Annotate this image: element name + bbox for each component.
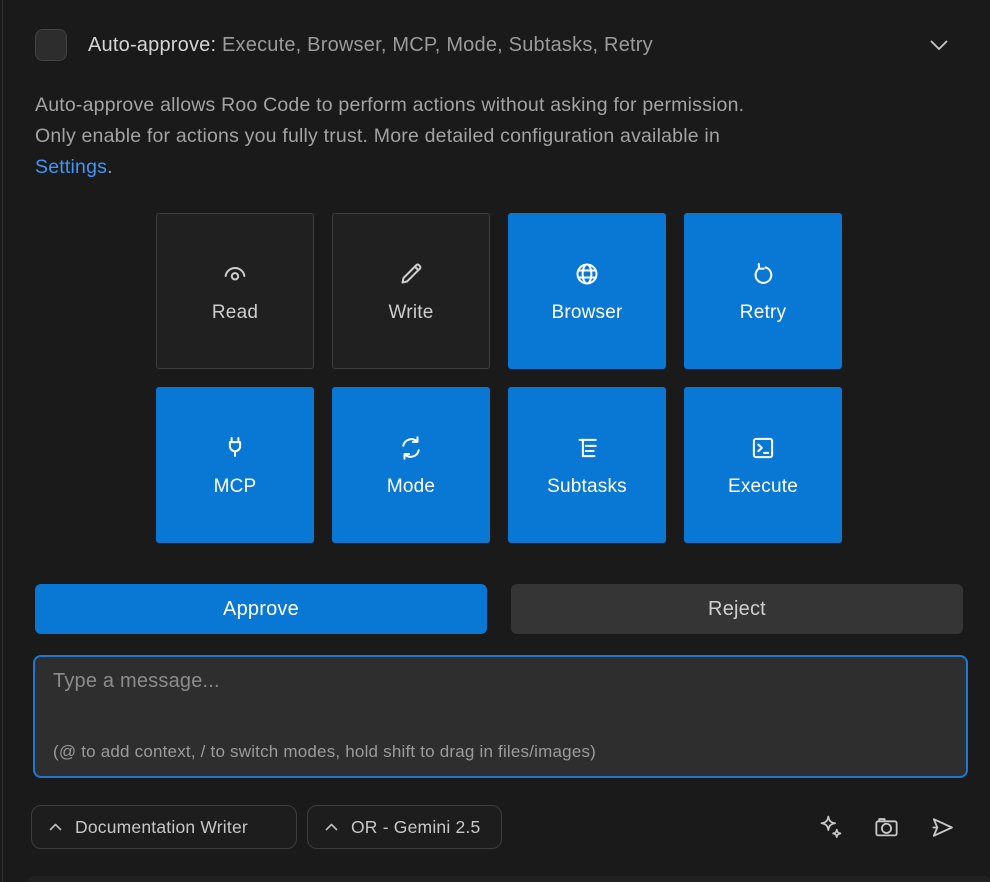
toggle-subtasks[interactable]: Subtasks [508, 387, 666, 543]
camera-icon[interactable] [872, 813, 901, 842]
auto-approve-toggle-grid: Read Write Browser Retry MCP [156, 213, 842, 543]
auto-approve-title: Auto-approve: Execute, Browser, MCP, Mod… [88, 34, 653, 57]
refresh-icon [748, 259, 778, 289]
list-tree-icon [572, 433, 602, 463]
bottom-panel-edge [28, 876, 990, 882]
toggle-label: Browser [551, 302, 622, 324]
reject-button[interactable]: Reject [511, 584, 963, 634]
toggle-label: MCP [214, 476, 257, 498]
model-selector-label: OR - Gemini 2.5 [351, 817, 480, 838]
action-buttons: Approve Reject [35, 584, 963, 634]
globe-icon [572, 259, 602, 289]
toggle-mode[interactable]: Mode [332, 387, 490, 543]
description-line-2: Only enable for actions you fully trust.… [35, 121, 945, 152]
description-line-3: Settings. [35, 152, 945, 183]
chevron-up-icon [325, 823, 338, 831]
toggle-label: Retry [740, 302, 786, 324]
settings-link[interactable]: Settings [35, 156, 107, 178]
toggle-label: Write [389, 302, 434, 324]
toggle-read[interactable]: Read [156, 213, 314, 369]
send-icon[interactable] [928, 813, 957, 842]
auto-approve-summary: Execute, Browser, MCP, Mode, Subtasks, R… [216, 34, 653, 56]
toggle-write[interactable]: Write [332, 213, 490, 369]
description-line-1: Auto-approve allows Roo Code to perform … [35, 90, 945, 121]
auto-approve-label: Auto-approve: [88, 34, 216, 56]
auto-approve-description: Auto-approve allows Roo Code to perform … [35, 90, 945, 183]
model-selector[interactable]: OR - Gemini 2.5 [307, 805, 502, 849]
terminal-icon [748, 433, 778, 463]
sync-icon [396, 433, 426, 463]
toggle-label: Read [212, 302, 258, 324]
toggle-mcp[interactable]: MCP [156, 387, 314, 543]
pencil-icon [396, 259, 426, 289]
toggle-label: Execute [728, 476, 798, 498]
message-input[interactable] [53, 670, 948, 726]
settings-suffix: . [107, 156, 113, 178]
toggle-label: Mode [387, 476, 435, 498]
auto-approve-header: Auto-approve: Execute, Browser, MCP, Mod… [35, 26, 962, 64]
toggle-browser[interactable]: Browser [508, 213, 666, 369]
mode-selector-label: Documentation Writer [75, 817, 248, 838]
mode-selector[interactable]: Documentation Writer [31, 805, 297, 849]
toggle-execute[interactable]: Execute [684, 387, 842, 543]
composer-hint: (@ to add context, / to switch modes, ho… [53, 742, 948, 762]
approve-button[interactable]: Approve [35, 584, 487, 634]
message-composer[interactable]: (@ to add context, / to switch modes, ho… [33, 655, 968, 778]
sparkle-icon[interactable] [816, 813, 845, 842]
chevron-up-icon [49, 823, 62, 831]
toggle-retry[interactable]: Retry [684, 213, 842, 369]
panel-left-border [2, 0, 3, 882]
chevron-down-icon[interactable] [930, 40, 948, 51]
plug-icon [220, 433, 250, 463]
composer-actions [816, 811, 957, 843]
auto-approve-checkbox[interactable] [35, 29, 67, 61]
auto-approve-panel: Auto-approve: Execute, Browser, MCP, Mod… [0, 0, 990, 882]
eye-icon [220, 259, 250, 289]
toggle-label: Subtasks [547, 476, 627, 498]
